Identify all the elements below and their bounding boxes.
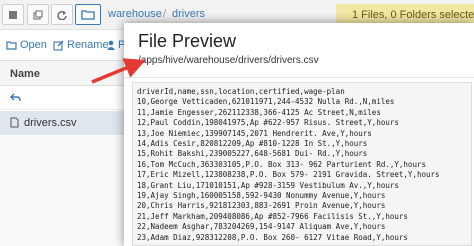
annotation-arrow [91, 58, 146, 84]
